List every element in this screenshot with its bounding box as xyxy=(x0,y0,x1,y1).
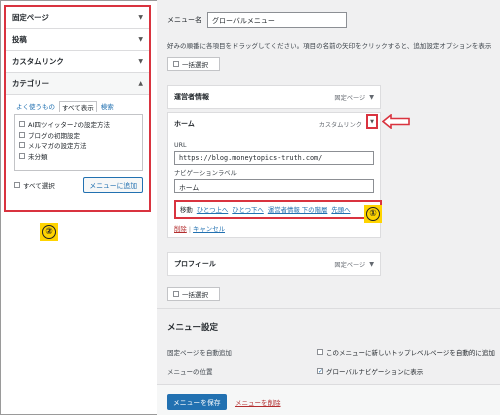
instructions-text: 好みの順番に各項目をドラッグしてください。項目の名前の矢印をクリックすると、追加… xyxy=(167,42,492,50)
move-links: 移動 ひとつ上へ ひとつ下へ 運営者情報 下の階層 先頭へ xyxy=(174,200,382,219)
menu-item-type-label: カスタムリンク xyxy=(318,121,362,129)
category-label: ブログの初期設定 xyxy=(28,131,80,140)
triangle-down-icon[interactable]: ▼ xyxy=(370,119,374,125)
select-all[interactable]: すべて選択 xyxy=(14,180,55,190)
checkbox[interactable] xyxy=(19,142,25,149)
auto-add-label: 固定ページを自動追加 xyxy=(167,349,232,357)
move-top-link[interactable]: 先頭へ xyxy=(331,205,350,214)
annotation-badge-1: ① xyxy=(364,205,382,223)
cancel-link[interactable]: キャンセル xyxy=(193,225,225,233)
menu-name-field[interactable]: グローバルメニュー xyxy=(207,12,347,28)
checkbox[interactable] xyxy=(173,61,179,67)
category-footer: すべて選択 メニューに追加 xyxy=(6,171,149,193)
tab-search[interactable]: 検索 xyxy=(101,101,114,112)
menu-name-row: メニュー名 グローバルメニュー xyxy=(167,12,347,28)
list-item[interactable]: 未分類 xyxy=(19,151,138,162)
delete-link[interactable]: 削除 xyxy=(174,225,187,233)
nav-label-label: ナビゲーションラベル xyxy=(174,170,237,177)
tab-most-used[interactable]: よく使うもの xyxy=(16,101,55,112)
save-menu-button[interactable]: メニューを保存 xyxy=(167,394,227,410)
accordion-categories[interactable]: カテゴリー ▲ xyxy=(6,73,149,95)
accordion-pages-label: 固定ページ xyxy=(12,13,49,22)
badge-number: ② xyxy=(42,225,56,239)
menu-item-home[interactable]: ホーム カスタムリンク URL https://blog.moneytopics… xyxy=(167,112,382,238)
move-under-link[interactable]: 運営者情報 下の階層 xyxy=(268,205,328,214)
location-text: グローバルナビゲーションに表示 xyxy=(326,368,424,376)
pointer-arrow-icon xyxy=(382,114,410,129)
auto-add-row: 固定ページを自動追加 このメニューに新しいトップレベルページを自動的に追加 xyxy=(167,347,500,357)
triangle-down-icon[interactable]: ▼ xyxy=(369,94,374,101)
menu-item-settings: URL https://blog.moneytopics-truth.com/ … xyxy=(168,135,382,237)
triangle-down-icon[interactable]: ▼ xyxy=(369,261,374,268)
auto-add-checkbox[interactable] xyxy=(317,349,323,355)
accordion-custom-links-label: カスタムリンク xyxy=(12,57,64,66)
bulk-select-label: 一括選択 xyxy=(182,291,208,299)
location-label: メニューの位置 xyxy=(167,368,213,376)
bulk-select-button[interactable]: 一括選択 xyxy=(167,57,220,71)
triangle-down-icon: ▼ xyxy=(138,36,143,43)
accordion-posts-label: 投稿 xyxy=(12,35,27,44)
badge-number: ① xyxy=(366,207,380,221)
tab-view-all[interactable]: すべて表示 xyxy=(59,101,97,112)
delete-menu-link[interactable]: メニューを削除 xyxy=(235,397,281,407)
auto-add-option[interactable]: このメニューに新しいトップレベルページを自動的に追加 xyxy=(317,347,495,357)
checkbox[interactable] xyxy=(19,131,25,138)
checkbox[interactable] xyxy=(19,152,25,159)
menu-structure-area: メニュー名 グローバルメニュー 好みの順番に各項目をドラッグしてください。項目の… xyxy=(157,0,500,415)
menu-item-title: 運営者情報 xyxy=(174,93,209,101)
category-label: AI四ツイッター♪の設定方法 xyxy=(28,121,111,130)
list-item[interactable]: AI四ツイッター♪の設定方法 xyxy=(19,119,138,130)
location-row: メニューの位置 グローバルナビゲーションに表示 xyxy=(167,366,500,376)
category-label: メルマガの設定方法 xyxy=(28,142,87,151)
bulk-select-button-bottom[interactable]: 一括選択 xyxy=(167,287,220,301)
category-checklist: AI四ツイッター♪の設定方法 ブログの初期設定 メルマガの設定方法 未分類 xyxy=(14,114,143,171)
menu-item-type: 固定ページ ▼ xyxy=(334,260,374,269)
menu-item-title: ホーム xyxy=(174,120,195,128)
url-label: URL xyxy=(174,142,187,149)
move-up-link[interactable]: ひとつ上へ xyxy=(197,205,229,214)
add-menu-items-panel: 固定ページ ▼ 投稿 ▼ カスタムリンク ▼ カテゴリー ▲ よく使うもの すべ… xyxy=(4,5,151,212)
menu-item-type: 固定ページ ▼ xyxy=(334,93,374,102)
menu-item-operator-info[interactable]: 運営者情報 固定ページ ▼ xyxy=(167,85,381,109)
move-down-link[interactable]: ひとつ下へ xyxy=(232,205,264,214)
menu-item-type-label: 固定ページ xyxy=(334,261,366,269)
expand-arrow-highlight[interactable]: ▼ xyxy=(366,114,378,129)
accordion-categories-label: カテゴリー xyxy=(12,79,49,88)
triangle-down-icon: ▼ xyxy=(138,14,143,21)
list-item[interactable]: ブログの初期設定 xyxy=(19,130,138,141)
location-checkbox[interactable] xyxy=(317,368,323,374)
select-all-checkbox[interactable] xyxy=(14,182,20,188)
divider xyxy=(157,308,500,309)
menu-item-type-label: 固定ページ xyxy=(334,94,366,102)
location-option[interactable]: グローバルナビゲーションに表示 xyxy=(317,366,423,376)
menu-item-header[interactable]: ホーム カスタムリンク xyxy=(168,113,380,135)
url-field[interactable]: https://blog.moneytopics-truth.com/ xyxy=(174,151,374,165)
select-all-label: すべて選択 xyxy=(23,182,55,190)
category-tabs: よく使うもの すべて表示 検索 xyxy=(6,95,149,112)
menu-settings-title: メニュー設定 xyxy=(167,323,219,333)
checkbox[interactable] xyxy=(173,291,179,297)
accordion-custom-links[interactable]: カスタムリンク ▼ xyxy=(6,51,149,73)
menu-item-title: プロフィール xyxy=(174,260,216,268)
menu-item-header[interactable]: プロフィール 固定ページ ▼ xyxy=(168,253,380,275)
accordion-posts[interactable]: 投稿 ▼ xyxy=(6,29,149,51)
triangle-down-icon: ▼ xyxy=(138,58,143,65)
accordion-pages[interactable]: 固定ページ ▼ xyxy=(6,7,149,29)
separator: | xyxy=(188,225,191,233)
item-actions: 削除 | キャンセル xyxy=(174,224,374,233)
menu-item-profile[interactable]: プロフィール 固定ページ ▼ xyxy=(167,252,381,276)
nav-label-field[interactable]: ホーム xyxy=(174,179,374,193)
checkbox[interactable] xyxy=(19,121,25,128)
menu-item-header[interactable]: 運営者情報 固定ページ ▼ xyxy=(168,86,380,108)
list-item[interactable]: メルマガの設定方法 xyxy=(19,140,138,151)
auto-add-text: このメニューに新しいトップレベルページを自動的に追加 xyxy=(326,349,495,357)
category-label: 未分類 xyxy=(28,152,48,161)
annotation-badge-2: ② xyxy=(40,223,58,241)
triangle-up-icon: ▲ xyxy=(138,80,143,87)
add-to-menu-button[interactable]: メニューに追加 xyxy=(83,177,143,193)
menu-name-label: メニュー名 xyxy=(167,16,202,24)
bulk-select-label: 一括選択 xyxy=(182,61,208,69)
move-label: 移動 xyxy=(180,206,193,214)
